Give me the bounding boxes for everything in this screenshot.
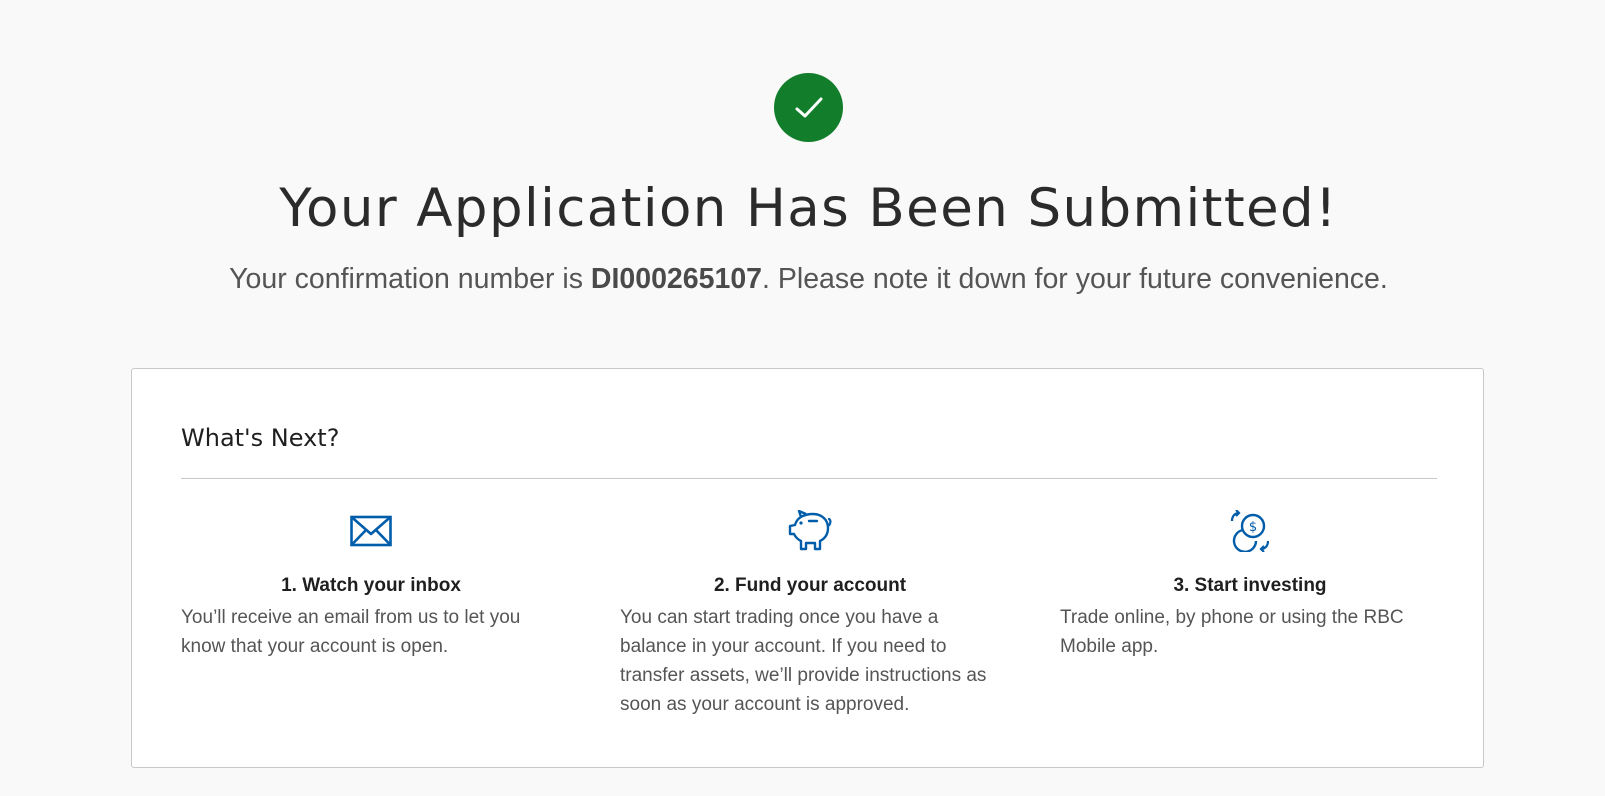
envelope-icon [350, 515, 392, 547]
whats-next-card: What's Next? 1. Watch your inbox You’ll … [131, 368, 1484, 768]
step-title: 3. Start investing [1173, 575, 1327, 596]
whats-next-title: What's Next? [181, 424, 340, 452]
check-icon [795, 97, 822, 117]
step-start-investing: $ 3. Start investing Trade online, by ph… [1060, 510, 1440, 661]
step-fund-account: 2. Fund your account You can start tradi… [620, 510, 1000, 719]
svg-text:$: $ [1249, 520, 1257, 535]
divider [181, 478, 1437, 479]
step-text: You can start trading once you have a ba… [620, 607, 987, 715]
confirmation-number: DI000265107 [590, 263, 763, 295]
step-text: Trade online, by phone or using the RBC … [1060, 607, 1404, 657]
page-title: Your Application Has Been Submitted! [279, 178, 1338, 239]
step-title: 1. Watch your inbox [281, 575, 461, 596]
piggy-bank-icon [788, 510, 832, 551]
step-text: You’ll receive an email from us to let y… [181, 607, 521, 657]
confirmation-message: Your confirmation number is DI000265107.… [0, 260, 1605, 298]
confirmation-prefix: Your confirmation number is [229, 263, 591, 295]
success-badge [774, 73, 843, 142]
exchange-icon: $ [1230, 510, 1270, 552]
step-title: 2. Fund your account [713, 575, 907, 596]
confirmation-suffix: . Please note it down for your future co… [762, 263, 1388, 295]
step-watch-inbox: 1. Watch your inbox You’ll receive an em… [181, 510, 561, 661]
